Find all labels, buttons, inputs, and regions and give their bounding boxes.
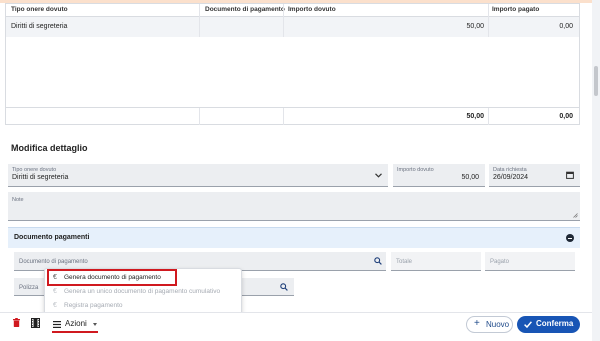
conferma-button[interactable]: Conferma xyxy=(517,316,580,333)
note-label: Note xyxy=(12,197,24,203)
pagato-field[interactable]: Pagato xyxy=(485,252,575,271)
search-icon[interactable] xyxy=(374,257,382,265)
documento-pagamento-placeholder: Documento di pagamento xyxy=(19,259,88,265)
conferma-label: Conferma xyxy=(536,319,574,328)
totale-field[interactable]: Totale xyxy=(391,252,481,271)
documento-pagamenti-panel-header[interactable]: Documento pagamenti xyxy=(8,227,580,248)
totals-divider xyxy=(6,107,579,108)
col-header-documento: Documento di pagamento xyxy=(205,6,285,13)
row-importo-pagato: 0,00 xyxy=(559,23,573,30)
azioni-underline xyxy=(52,331,98,333)
pagato-placeholder: Pagato xyxy=(490,259,510,265)
table-row[interactable]: Diritti di segreteria 50,00 0,00 xyxy=(6,17,579,37)
col-divider xyxy=(199,4,200,37)
row-tipo: Diritti di segreteria xyxy=(11,23,68,30)
menu-item-registra-pagamento[interactable]: € Registra pagamento xyxy=(45,300,243,312)
col-divider xyxy=(199,107,200,125)
section-title: Modifica dettaglio xyxy=(11,143,88,153)
totale-placeholder: Totale xyxy=(396,259,413,265)
note-textarea[interactable]: Note xyxy=(8,192,580,221)
tipo-onere-value: Diritti di segreteria xyxy=(12,174,69,181)
trash-icon[interactable] xyxy=(13,318,20,327)
nuovo-button[interactable]: + Nuovo xyxy=(466,316,513,333)
data-richiesta-label: Data richiesta xyxy=(493,167,527,173)
importo-dovuto-value: 50,00 xyxy=(461,174,479,181)
tipo-onere-label: Tipo onere dovuto xyxy=(12,167,57,173)
col-divider xyxy=(488,107,489,125)
resize-handle-icon[interactable] xyxy=(573,213,578,218)
calendar-icon[interactable] xyxy=(566,171,574,179)
check-icon xyxy=(524,321,532,328)
azioni-label: Azioni xyxy=(65,319,87,328)
scrollbar-thumb[interactable] xyxy=(594,66,598,96)
col-header-importo-pagato: Importo pagato xyxy=(492,6,540,13)
collapse-icon[interactable] xyxy=(566,234,574,242)
polizza-placeholder: Polizza xyxy=(19,285,39,291)
search-icon[interactable] xyxy=(280,283,288,291)
plus-icon: + xyxy=(474,318,480,329)
chevron-down-icon xyxy=(375,173,382,178)
col-divider xyxy=(283,4,284,37)
total-importo-pagato: 0,00 xyxy=(559,113,573,120)
importo-dovuto-label: Importo dovuto xyxy=(397,167,434,173)
total-importo-dovuto: 50,00 xyxy=(466,113,484,120)
scrollbar[interactable] xyxy=(592,0,600,341)
menu-icon xyxy=(53,321,61,328)
col-divider xyxy=(283,107,284,125)
menu-item-label: Registra pagamento xyxy=(64,302,123,309)
menu-item-genera-cumulativo[interactable]: € Genera un unico documento di pagamento… xyxy=(45,286,243,298)
euro-icon: € xyxy=(53,288,57,295)
menu-item-label: Genera un unico documento di pagamento c… xyxy=(64,288,221,295)
data-richiesta-value: 26/09/2024 xyxy=(493,174,529,181)
azioni-button[interactable]: Azioni xyxy=(52,318,98,330)
col-header-importo-dovuto: Importo dovuto xyxy=(288,6,336,13)
film-icon[interactable] xyxy=(31,318,40,328)
main-panel: Tipo onere dovuto Documento di pagamento… xyxy=(0,0,592,341)
payments-table: Tipo onere dovuto Documento di pagamento… xyxy=(5,3,580,125)
data-richiesta-field[interactable]: Data richiesta 26/09/2024 xyxy=(489,164,580,187)
col-divider xyxy=(488,4,489,37)
highlight-box xyxy=(47,269,177,286)
caret-down-icon xyxy=(93,323,97,326)
col-header-tipo: Tipo onere dovuto xyxy=(11,6,68,13)
importo-dovuto-field[interactable]: Importo dovuto 50,00 xyxy=(393,164,485,187)
documento-pagamenti-title: Documento pagamenti xyxy=(14,234,90,241)
euro-icon: € xyxy=(53,302,57,309)
nuovo-label: Nuovo xyxy=(486,320,510,329)
tipo-onere-select[interactable]: Tipo onere dovuto Diritti di segreteria xyxy=(8,164,388,187)
row-importo-dovuto: 50,00 xyxy=(466,23,484,30)
